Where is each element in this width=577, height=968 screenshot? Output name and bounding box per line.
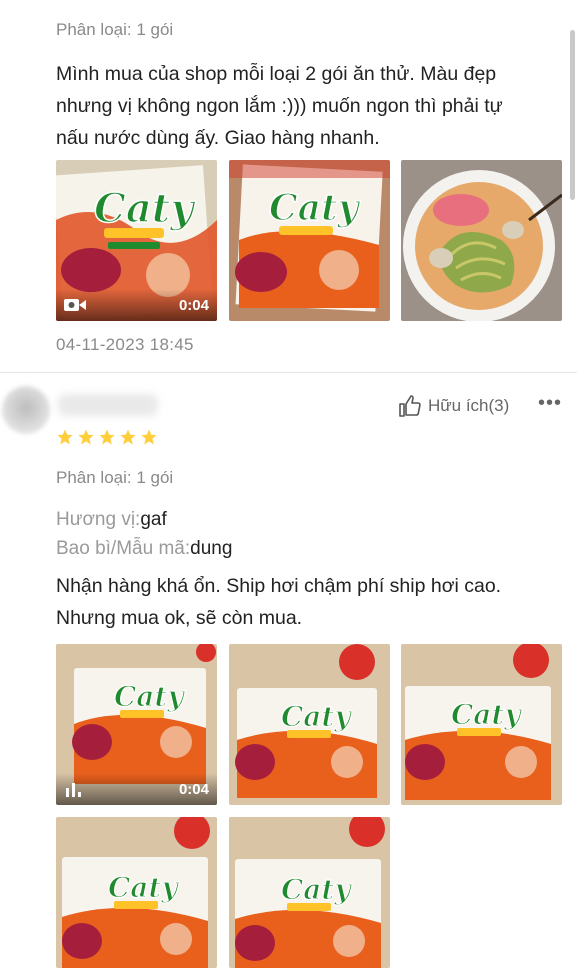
thumbs-up-icon (399, 395, 421, 417)
star-icon (78, 429, 94, 445)
review-text: Mình mua của shop mỗi loại 2 gói ăn thử.… (56, 58, 566, 154)
review-image-thumbnail[interactable]: Caty (229, 817, 390, 968)
attribute-packaging: Bao bì/Mẫu mã:dung (56, 538, 233, 559)
review-image-thumbnail[interactable]: Caty (229, 644, 390, 805)
variant-label: Phân loại: 1 gói (56, 20, 174, 39)
avatar[interactable] (2, 386, 50, 434)
video-duration: 0:04 (178, 297, 209, 314)
brand-logo: Caty (451, 698, 522, 731)
brand-logo: Caty (281, 873, 352, 906)
star-rating (56, 428, 158, 446)
video-duration: 0:04 (178, 781, 209, 798)
brand-logo: Caty (114, 680, 185, 713)
review-text-line: nhưng vị không ngon lắm :))) muốn ngon t… (56, 95, 503, 117)
review-image-thumbnail[interactable] (401, 160, 562, 321)
noodle-bowl-photo (401, 160, 562, 321)
star-icon (99, 429, 115, 445)
noodle-package-photo: Caty (401, 644, 562, 805)
review-video-thumbnail[interactable]: Caty 0:04 (56, 644, 217, 805)
video-camera-icon (64, 299, 86, 311)
review-image-thumbnail[interactable]: Caty (56, 817, 217, 968)
brand-logo: Caty (281, 700, 352, 733)
review-video-thumbnail[interactable]: Caty 0:04 (56, 160, 217, 321)
review-image-thumbnail[interactable]: Caty (401, 644, 562, 805)
more-options-button[interactable]: ••• (538, 392, 562, 415)
brand-logo: Caty (269, 187, 361, 229)
brand-logo: Caty (94, 185, 196, 232)
star-icon (141, 429, 157, 445)
review-text-line: Mình mua của shop mỗi loại 2 gói ăn thử.… (56, 63, 497, 85)
noodle-package-photo: Caty (56, 817, 217, 968)
scrollbar[interactable] (570, 30, 575, 200)
review-divider (0, 372, 577, 373)
noodle-package-photo: Caty (229, 644, 390, 805)
review-text: Nhận hàng khá ổn. Ship hơi chậm phí ship… (56, 570, 566, 634)
review-image-thumbnail[interactable]: Caty (229, 160, 390, 321)
noodle-package-photo: Caty (229, 817, 390, 968)
star-icon (120, 429, 136, 445)
attribute-flavor: Hương vị:gaf (56, 509, 167, 530)
helpful-count-label: Hữu ích(3) (428, 396, 510, 415)
username-blurred (58, 394, 158, 416)
review-text-line: nấu nước dùng ấy. Giao hàng nhanh. (56, 127, 380, 149)
variant-label: Phân loại: 1 gói (56, 468, 174, 487)
audio-level-icon (66, 783, 81, 797)
review-text-line: Nhưng mua ok, sẽ còn mua. (56, 607, 303, 629)
review-text-line: Nhận hàng khá ổn. Ship hơi chậm phí ship… (56, 575, 502, 597)
star-icon (57, 429, 73, 445)
helpful-button[interactable]: Hữu ích(3) (398, 394, 509, 418)
review-timestamp: 04-11-2023 18:45 (56, 335, 194, 354)
brand-logo: Caty (108, 871, 179, 904)
noodle-package-photo: Caty (229, 160, 390, 321)
